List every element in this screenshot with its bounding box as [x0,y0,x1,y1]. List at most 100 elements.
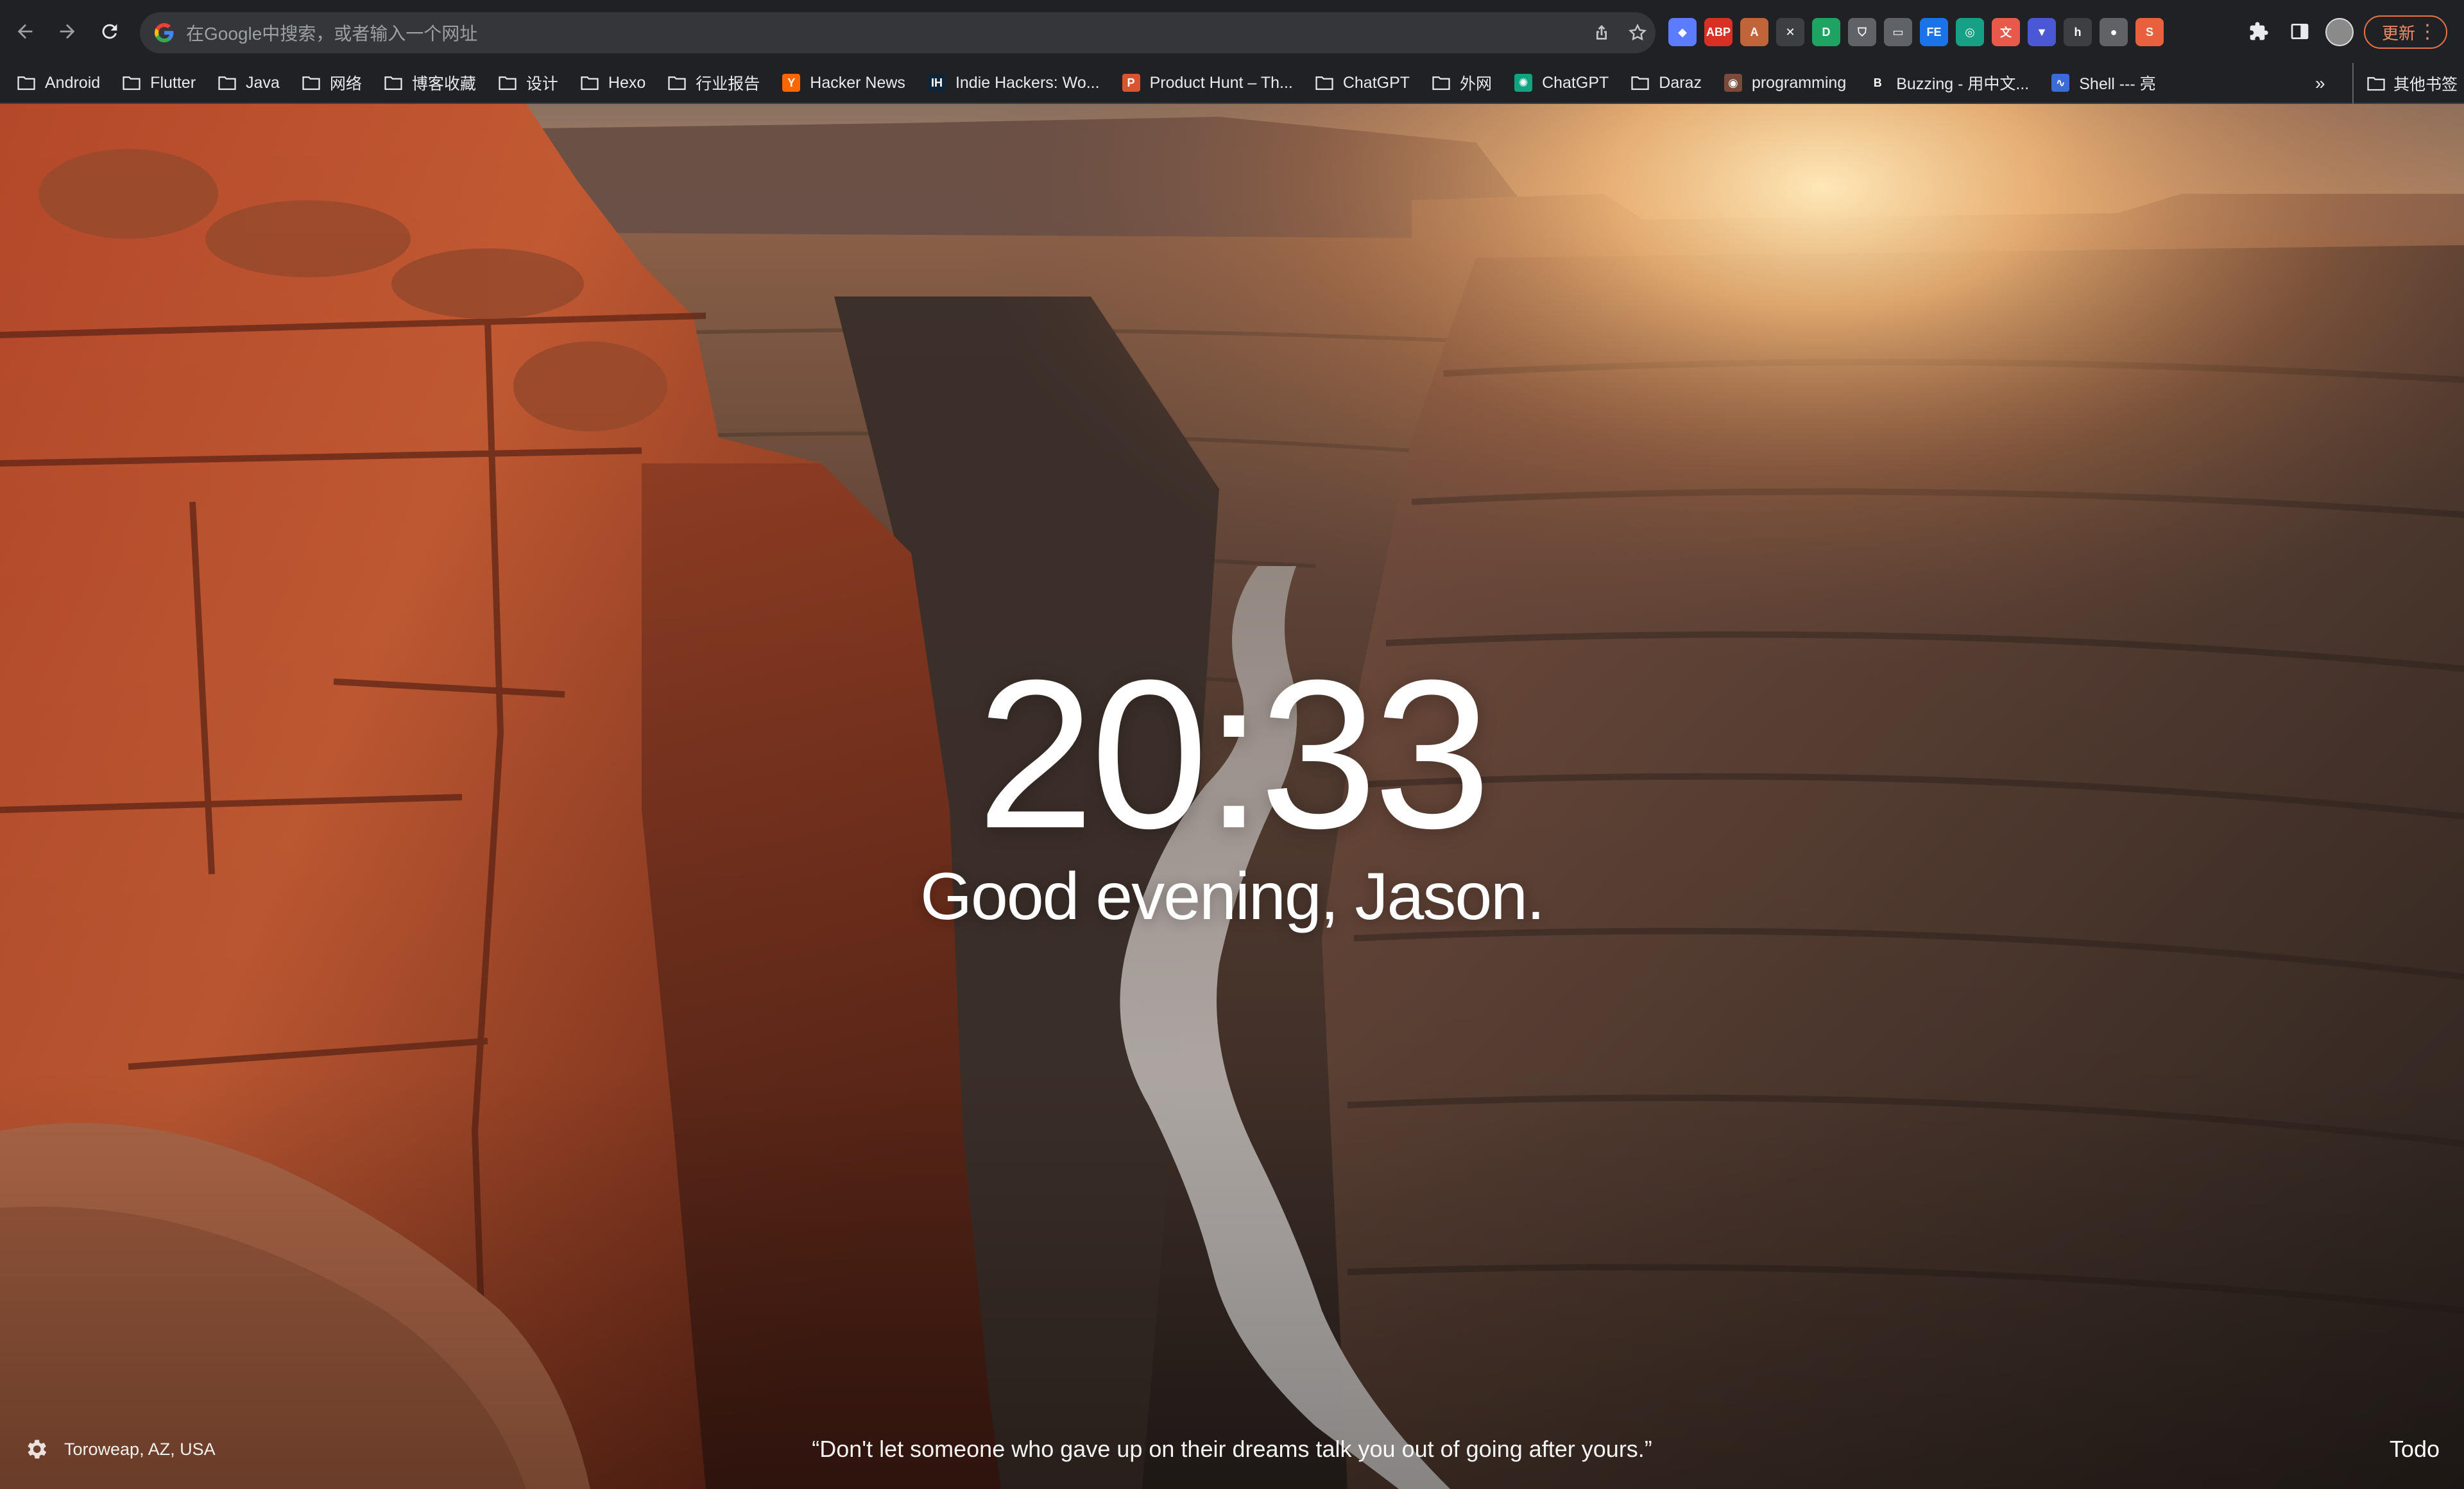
bookmark-label: Product Hunt – Th... [1149,73,1293,92]
share-button[interactable] [1584,15,1620,51]
bookmark-item[interactable]: Y Hacker News [782,73,905,92]
bookmark-item[interactable]: 外网 [1432,71,1492,94]
bookmark-item[interactable]: Daraz [1630,73,1702,92]
folder-icon [2367,77,2385,91]
bookmark-item[interactable]: 设计 [498,71,558,94]
bookmark-star-button[interactable] [1620,15,1656,51]
folder-icon [384,73,403,92]
shell-icon: ∿ [2051,73,2070,92]
bookmark-badge: P [1122,74,1140,92]
bookmark-badge: B [1869,74,1887,92]
bookmark-label: Buzzing - 用中文... [1896,75,2030,93]
reload-icon [102,24,117,39]
address-bar-placeholder: 在Google中搜索，或者输入一个网址 [186,24,478,44]
extension-icon-7[interactable]: ▭ [1884,18,1912,46]
hacker-news-icon: Y [782,73,801,92]
fe-extension-icon[interactable]: FE [1920,18,1948,46]
shield-extension-icon[interactable]: ⛉ [1848,18,1876,46]
chatgpt-icon: ✺ [1514,73,1533,92]
bookmark-item[interactable]: ✺ ChatGPT [1514,73,1609,92]
extension-icon-13[interactable]: ● [2100,18,2128,46]
programming-icon: ◉ [1724,73,1743,92]
bookmark-label: Java [246,73,280,92]
bookmark-item[interactable]: B Buzzing - 用中文... [1868,71,2029,94]
folder-icon [218,73,237,92]
update-button[interactable]: 更新 ⋮ [2364,15,2447,49]
bookmark-label: Flutter [150,73,196,92]
google-icon [154,23,174,43]
extension-icon-9[interactable]: ◎ [1956,18,1984,46]
update-button-label: 更新 [2382,23,2416,43]
arrow-left-icon [17,24,33,39]
browser-toolbar: 在Google中搜索，或者输入一个网址 ◆ ABP A ✕ D ⛉ ▭ FE ◎ 文 ▼ h ● S 更新… [0,0,2464,63]
bookmark-badge: ◉ [1724,74,1742,92]
bookmark-item[interactable]: 博客收藏 [384,71,476,94]
bookmark-badge: IH [927,74,946,92]
address-bar[interactable]: 在Google中搜索，或者输入一个网址 [140,12,1656,53]
star-icon [1629,23,1647,41]
todo-button[interactable]: Todo [2390,1430,2440,1468]
bookmark-item[interactable]: IH Indie Hackers: Wo... [927,73,1100,92]
folder-icon [1315,73,1334,92]
extension-icon-5[interactable]: D [1812,18,1840,46]
bookmark-item[interactable]: ∿ Shell --- 亮 [2051,71,2156,94]
folder-icon [1630,73,1650,92]
bookmark-item[interactable]: Java [218,73,280,92]
folder-icon [498,73,517,92]
translate-extension-icon[interactable]: 文 [1992,18,2020,46]
adblock-extension-icon[interactable]: ABP [1704,18,1733,46]
bookmark-item[interactable]: Android [17,73,100,92]
extension-icon-4[interactable]: ✕ [1776,18,1804,46]
bookmarks-bar: Android Flutter Java 网络 博客收藏 设计 Hexo 行业报告 Y Hacke… [0,63,2464,104]
indie-hackers-icon: IH [927,73,946,92]
bookmark-label: Hexo [608,73,646,92]
bookmark-label: 博客收藏 [411,75,476,93]
bookmark-label: 行业报告 [696,75,760,93]
bookmark-label: Indie Hackers: Wo... [955,73,1100,92]
bookmark-item[interactable]: 网络 [302,71,362,94]
extension-icon-12[interactable]: h [2064,18,2092,46]
bookmarks-overflow-button[interactable]: » [2315,63,2325,104]
bookmark-label: ChatGPT [1542,73,1609,92]
back-button[interactable] [8,14,42,49]
product-hunt-icon: P [1122,73,1141,92]
folder-icon [580,73,599,92]
bookmark-item[interactable]: Flutter [122,73,196,92]
reload-button[interactable] [92,14,127,49]
buzzing-icon: B [1868,73,1887,92]
bookmark-item[interactable]: Hexo [580,73,646,92]
extensions-bar: ◆ ABP A ✕ D ⛉ ▭ FE ◎ 文 ▼ h ● S [1668,14,2164,50]
bookmark-label: Shell --- 亮 [2079,75,2156,93]
puzzle-icon [2250,22,2268,40]
bookmark-badge: ✺ [1514,74,1533,92]
bookmark-item[interactable]: ChatGPT [1315,73,1410,92]
bookmark-badge: ∿ [2051,74,2070,92]
bookmark-label: Android [45,73,101,92]
bookmark-item[interactable]: 行业报告 [667,71,760,94]
folder-icon [302,73,321,92]
extension-icon-11[interactable]: ▼ [2028,18,2056,46]
profile-avatar[interactable] [2325,18,2354,46]
gem-extension-icon[interactable]: ◆ [1668,18,1697,46]
other-bookmarks-label: 其他书签 [2393,76,2458,94]
bookmark-label: ChatGPT [1342,73,1410,92]
bookmark-label: 网络 [329,75,362,93]
folder-icon [667,73,687,92]
arrow-right-icon [60,24,75,39]
folder-icon [1432,73,1451,92]
bookmark-label: 外网 [1460,75,1493,93]
folder-icon [122,73,141,92]
forward-button[interactable] [50,14,85,49]
extensions-menu-button[interactable] [2241,13,2277,49]
side-panel-button[interactable] [2282,13,2318,49]
bookmark-item[interactable]: P Product Hunt – Th... [1122,73,1293,92]
folder-icon [17,73,36,92]
bookmark-label: programming [1751,73,1847,92]
other-bookmarks-folder[interactable]: 其他书签 [2352,63,2458,104]
extension-icon-14[interactable]: S [2135,18,2164,46]
daily-quote[interactable]: “Don't let someone who gave up on their … [0,1430,2464,1468]
side-panel-icon [2291,24,2309,39]
bookmark-item[interactable]: ◉ programming [1724,73,1846,92]
extension-icon-3[interactable]: A [1740,18,1768,46]
share-icon [1596,25,1607,40]
